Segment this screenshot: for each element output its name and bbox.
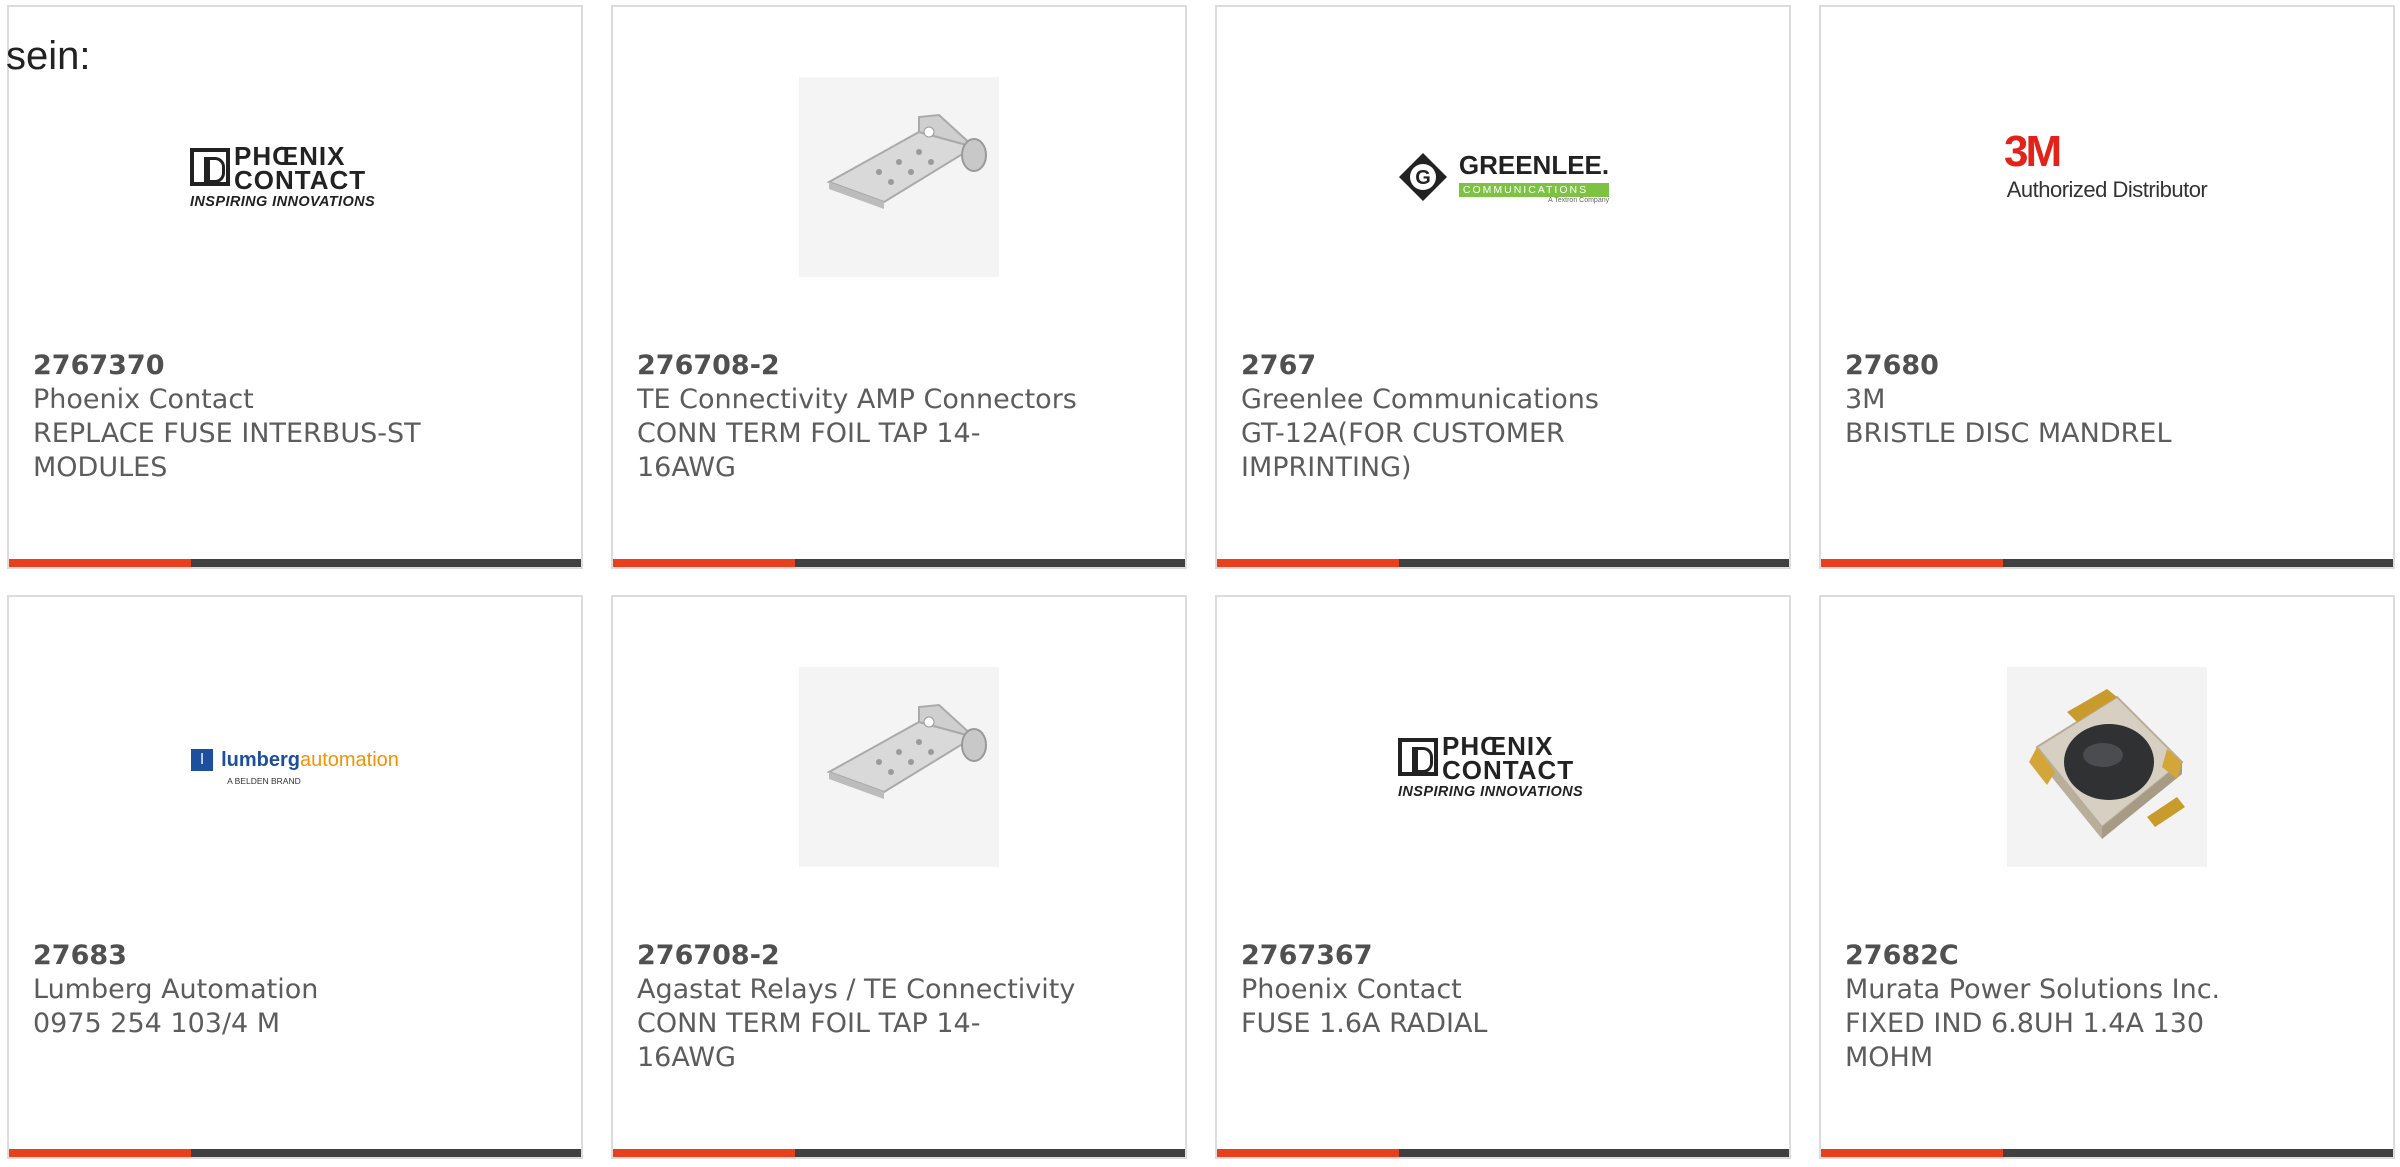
- product-image: [613, 67, 1185, 287]
- manufacturer-name: Murata Power Solutions Inc.: [1845, 974, 2221, 1005]
- part-number[interactable]: 276708-2: [637, 939, 1161, 973]
- greenlee-logo: G GREENLEE. COMMUNICATIONS A Textron Com…: [1397, 150, 1610, 204]
- card-footer-bar: [613, 559, 1185, 567]
- product-card[interactable]: 3M Authorized Distributor 27680 3M BRIST…: [1819, 5, 2395, 569]
- part-number[interactable]: 27683: [33, 939, 557, 973]
- product-description: FUSE 1.6A RADIAL: [1241, 1008, 1488, 1039]
- manufacturer-name: Agastat Relays / TE Connectivity: [637, 974, 1076, 1005]
- manufacturer-name: Lumberg Automation: [33, 974, 319, 1005]
- product-card[interactable]: PHŒNIX CONTACT INSPIRING INNOVATIONS 2767…: [1215, 595, 1791, 1159]
- product-card[interactable]: l lumberg automation A BELDEN BRAND 27683…: [7, 595, 583, 1159]
- manufacturer-logo: l lumberg automation A BELDEN BRAND: [9, 657, 581, 877]
- card-footer-bar: [1217, 1149, 1789, 1157]
- product-card[interactable]: PHŒNIX CONTACT INSPIRING INNOVATIONS 2767…: [7, 5, 583, 569]
- part-number[interactable]: 2767370: [33, 349, 557, 383]
- product-image: [613, 657, 1185, 877]
- product-description: GT-12A(FOR CUSTOMER IMPRINTING): [1241, 418, 1565, 483]
- greenlee-g-icon: G: [1398, 153, 1447, 201]
- manufacturer-logo: PHŒNIX CONTACT INSPIRING INNOVATIONS: [9, 67, 581, 287]
- card-footer-bar: [9, 559, 581, 567]
- manufacturer-name: Phoenix Contact: [33, 384, 254, 415]
- part-number[interactable]: 27680: [1845, 349, 2369, 383]
- product-card[interactable]: 27682C Murata Power Solutions Inc. FIXED…: [1819, 595, 2395, 1159]
- page-heading: sein:: [6, 34, 91, 78]
- manufacturer-name: TE Connectivity AMP Connectors: [637, 384, 1077, 415]
- lumberg-automation-logo: l lumberg automation A BELDEN BRAND: [191, 749, 399, 786]
- manufacturer-name: 3M: [1845, 384, 1886, 415]
- manufacturer-name: Greenlee Communications: [1241, 384, 1599, 415]
- card-footer-bar: [1217, 559, 1789, 567]
- manufacturer-logo: G GREENLEE. COMMUNICATIONS A Textron Com…: [1217, 67, 1789, 287]
- card-footer-bar: [1821, 559, 2393, 567]
- part-number[interactable]: 276708-2: [637, 349, 1161, 383]
- product-description: CONN TERM FOIL TAP 14-16AWG: [637, 418, 981, 483]
- 3m-logo: 3M Authorized Distributor: [2002, 127, 2212, 227]
- product-card[interactable]: 276708-2 TE Connectivity AMP Connectors …: [611, 5, 1187, 569]
- part-number[interactable]: 27682C: [1845, 939, 2369, 973]
- part-number[interactable]: 2767: [1241, 349, 1765, 383]
- svg-text:G: G: [1415, 167, 1431, 189]
- card-footer-bar: [613, 1149, 1185, 1157]
- product-description: 0975 254 103/4 M: [33, 1008, 281, 1039]
- product-description: FIXED IND 6.8UH 1.4A 130 MOHM: [1845, 1008, 2205, 1073]
- phoenix-contact-logo: PHŒNIX CONTACT INSPIRING INNOVATIONS: [190, 141, 376, 210]
- smd-inductor-image: [2007, 667, 2207, 867]
- product-card[interactable]: 276708-2 Agastat Relays / TE Connectivit…: [611, 595, 1187, 1159]
- manufacturer-name: Phoenix Contact: [1241, 974, 1462, 1005]
- product-description: BRISTLE DISC MANDREL: [1845, 418, 2172, 449]
- foil-tap-terminal-image: [799, 77, 999, 277]
- product-card[interactable]: G GREENLEE. COMMUNICATIONS A Textron Com…: [1215, 5, 1791, 569]
- manufacturer-logo: PHŒNIX CONTACT INSPIRING INNOVATIONS: [1217, 657, 1789, 877]
- product-description: REPLACE FUSE INTERBUS-ST MODULES: [33, 418, 421, 483]
- phoenix-contact-logo: PHŒNIX CONTACT INSPIRING INNOVATIONS: [1398, 731, 1584, 800]
- part-number[interactable]: 2767367: [1241, 939, 1765, 973]
- foil-tap-terminal-image: [799, 667, 999, 867]
- card-footer-bar: [9, 1149, 581, 1157]
- product-description: CONN TERM FOIL TAP 14-16AWG: [637, 1008, 981, 1073]
- manufacturer-logo: 3M Authorized Distributor: [1821, 67, 2393, 287]
- product-image: [1821, 657, 2393, 877]
- card-footer-bar: [1821, 1149, 2393, 1157]
